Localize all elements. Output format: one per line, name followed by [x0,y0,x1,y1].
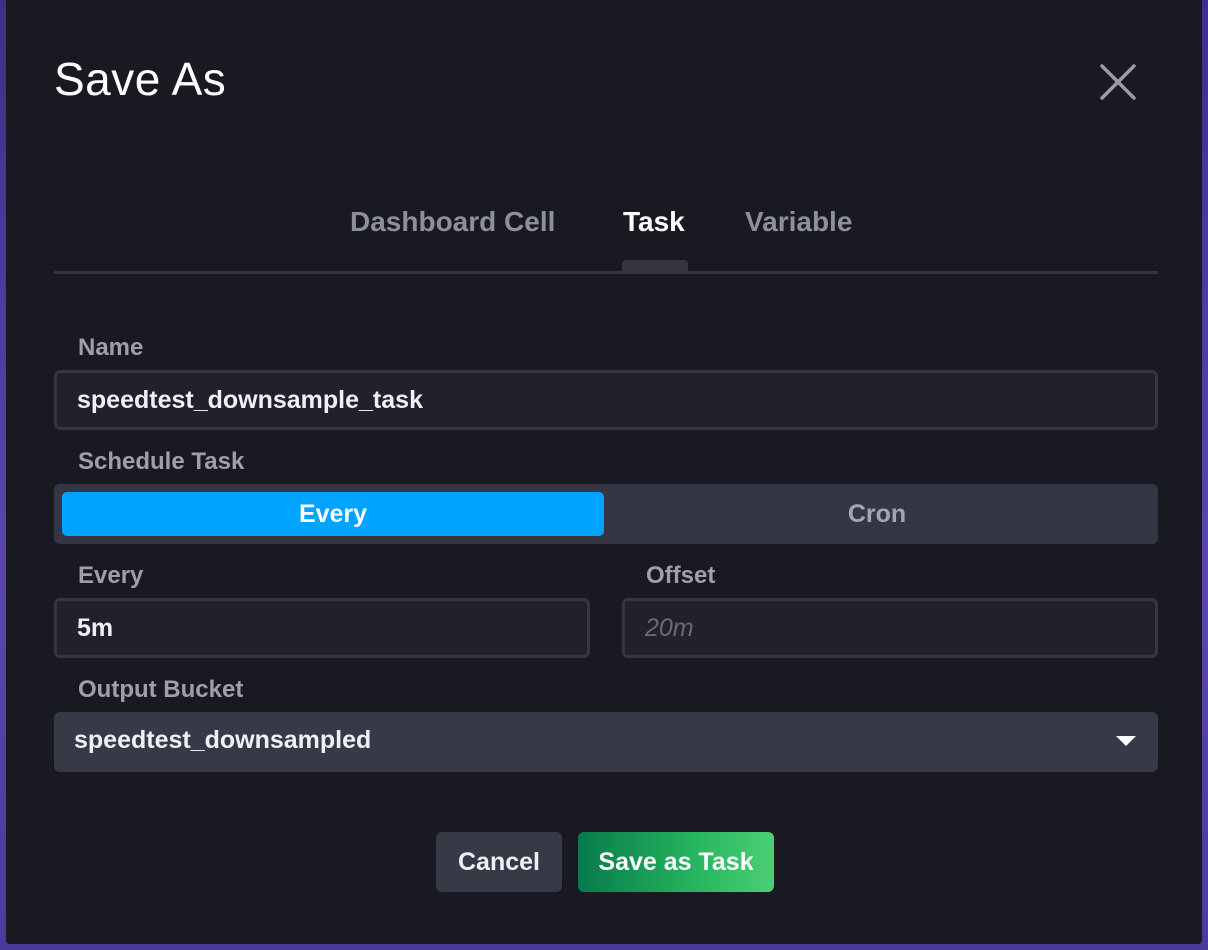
save-as-dialog: Save As Dashboard Cell Task Variable Nam… [6,0,1202,944]
save-as-tabs: Dashboard Cell Task Variable [54,196,1158,274]
offset-label: Offset [646,562,716,589]
output-bucket-value: speedtest_downsampled [74,726,372,754]
schedule-toggle: Every Cron [54,484,1158,544]
output-bucket-label: Output Bucket [78,676,244,703]
tab-dashboard-cell[interactable]: Dashboard Cell [350,206,555,238]
save-as-task-button[interactable]: Save as Task [578,832,774,892]
tab-variable[interactable]: Variable [745,206,852,238]
output-bucket-dropdown[interactable]: speedtest_downsampled [54,712,1158,772]
schedule-every-option[interactable]: Every [62,492,604,536]
schedule-task-label: Schedule Task [78,448,245,475]
cancel-button[interactable]: Cancel [436,832,562,892]
chevron-down-icon [1116,736,1136,746]
close-button[interactable] [1098,62,1138,102]
task-name-input[interactable] [54,370,1158,430]
name-label: Name [78,334,144,361]
active-tab-indicator [622,260,688,272]
schedule-cron-option[interactable]: Cron [606,492,1148,536]
offset-input[interactable] [622,598,1158,658]
every-label: Every [78,562,144,589]
tab-task[interactable]: Task [623,206,685,238]
close-icon [1100,64,1136,100]
dialog-title: Save As [54,53,227,105]
every-input[interactable] [54,598,590,658]
